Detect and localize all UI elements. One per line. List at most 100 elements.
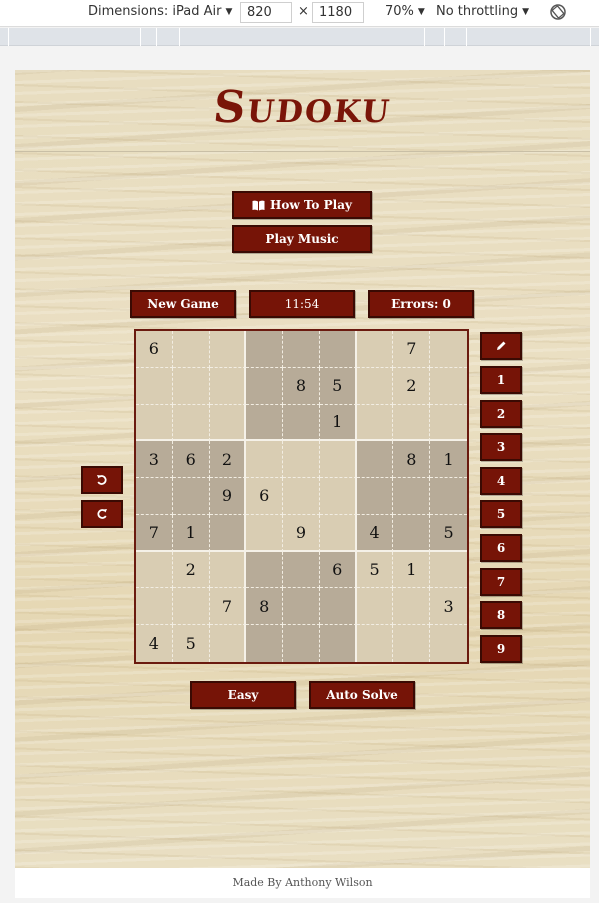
board-cell[interactable] — [283, 441, 320, 479]
board-cell[interactable] — [246, 367, 284, 405]
pencil-button[interactable] — [480, 332, 522, 360]
board-cell[interactable] — [136, 588, 173, 626]
board-cell[interactable] — [136, 551, 173, 589]
board-cell[interactable]: 5 — [319, 367, 357, 405]
board-cell[interactable] — [246, 404, 284, 442]
board-cell[interactable] — [246, 625, 284, 662]
board-cell[interactable] — [393, 404, 431, 442]
board-cell[interactable] — [283, 404, 320, 442]
board-cell[interactable] — [356, 625, 394, 662]
board-cell[interactable] — [356, 331, 394, 368]
board-cell[interactable]: 9 — [209, 478, 247, 515]
height-input[interactable]: 1180 — [312, 2, 364, 23]
board-cell[interactable]: 6 — [172, 441, 210, 479]
board-cell[interactable] — [136, 478, 173, 515]
board-cell[interactable] — [430, 367, 467, 405]
board-cell[interactable] — [430, 331, 467, 368]
board-cell[interactable]: 7 — [209, 588, 247, 626]
board-cell[interactable] — [430, 625, 467, 662]
board-cell[interactable] — [246, 331, 284, 368]
board-cell[interactable]: 7 — [136, 514, 173, 552]
board-cell[interactable] — [393, 588, 431, 626]
board-cell[interactable] — [209, 331, 247, 368]
board-cell[interactable] — [172, 404, 210, 442]
board-cell[interactable] — [430, 404, 467, 442]
board-cell[interactable]: 8 — [283, 367, 320, 405]
undo-button[interactable] — [81, 466, 123, 494]
difficulty-button[interactable]: Easy — [190, 681, 296, 709]
board-cell[interactable] — [209, 367, 247, 405]
board-cell[interactable] — [172, 367, 210, 405]
board-cell[interactable] — [172, 478, 210, 515]
board-cell[interactable]: 6 — [319, 551, 357, 589]
board-cell[interactable] — [393, 625, 431, 662]
number-button[interactable]: 2 — [480, 399, 522, 428]
device-dropdown[interactable]: Dimensions: iPad Air ▼ — [88, 4, 232, 19]
how-to-play-button[interactable]: How To Play — [232, 191, 372, 219]
board-cell[interactable] — [283, 588, 320, 626]
board-cell[interactable] — [319, 514, 357, 552]
number-button[interactable]: 6 — [480, 534, 522, 562]
new-game-button[interactable]: New Game — [130, 290, 236, 318]
board-cell[interactable] — [319, 478, 357, 515]
board-cell[interactable] — [283, 331, 320, 368]
auto-solve-button[interactable]: Auto Solve — [309, 681, 415, 709]
board-cell[interactable] — [136, 404, 173, 442]
board-cell[interactable]: 4 — [356, 514, 394, 552]
board-cell[interactable]: 2 — [172, 551, 210, 589]
board-cell[interactable] — [319, 588, 357, 626]
play-music-button[interactable]: Play Music — [232, 225, 372, 253]
number-button[interactable]: 7 — [480, 567, 522, 596]
board-cell[interactable] — [393, 514, 431, 552]
board-cell[interactable]: 1 — [430, 441, 467, 479]
board-cell[interactable]: 2 — [209, 441, 247, 479]
number-button[interactable]: 1 — [480, 366, 522, 394]
board-cell[interactable]: 1 — [172, 514, 210, 552]
board-cell[interactable]: 2 — [393, 367, 431, 405]
board-cell[interactable]: 3 — [136, 441, 173, 479]
board-cell[interactable] — [356, 404, 394, 442]
board-cell[interactable] — [283, 478, 320, 515]
board-cell[interactable] — [246, 514, 284, 552]
number-button[interactable]: 5 — [480, 500, 522, 529]
board-cell[interactable]: 9 — [283, 514, 320, 552]
number-button[interactable]: 8 — [480, 601, 522, 630]
board-cell[interactable]: 4 — [136, 625, 173, 662]
board-cell[interactable] — [319, 625, 357, 662]
board-cell[interactable]: 3 — [430, 588, 467, 626]
board-cell[interactable] — [209, 625, 247, 662]
board-cell[interactable]: 8 — [246, 588, 284, 626]
board-cell[interactable]: 7 — [393, 331, 431, 368]
board-cell[interactable] — [209, 514, 247, 552]
board-cell[interactable] — [136, 367, 173, 405]
board-cell[interactable] — [172, 331, 210, 368]
board-cell[interactable] — [246, 551, 284, 589]
board-cell[interactable]: 1 — [319, 404, 357, 442]
board-cell[interactable] — [430, 551, 467, 589]
board-cell[interactable] — [283, 551, 320, 589]
board-cell[interactable]: 6 — [136, 331, 173, 368]
board-cell[interactable] — [356, 441, 394, 479]
number-button[interactable]: 3 — [480, 433, 522, 462]
board-cell[interactable]: 5 — [356, 551, 394, 589]
board-cell[interactable]: 5 — [172, 625, 210, 662]
redo-button[interactable] — [81, 500, 123, 528]
board-cell[interactable] — [283, 625, 320, 662]
board-cell[interactable]: 1 — [393, 551, 431, 589]
board-cell[interactable]: 8 — [393, 441, 431, 479]
width-input[interactable]: 820 — [240, 2, 292, 23]
board-cell[interactable] — [172, 588, 210, 626]
zoom-dropdown[interactable]: 70% ▼ — [385, 4, 425, 19]
board-cell[interactable] — [246, 441, 284, 479]
board-cell[interactable] — [209, 404, 247, 442]
board-cell[interactable] — [319, 331, 357, 368]
board-cell[interactable] — [356, 588, 394, 626]
rotate-icon[interactable] — [549, 3, 567, 21]
board-cell[interactable] — [356, 367, 394, 405]
throttling-dropdown[interactable]: No throttling ▼ — [436, 4, 529, 19]
board-cell[interactable] — [209, 551, 247, 589]
board-cell[interactable]: 6 — [246, 478, 284, 515]
board-cell[interactable] — [430, 478, 467, 515]
board-cell[interactable]: 5 — [430, 514, 467, 552]
number-button[interactable]: 4 — [480, 466, 522, 495]
